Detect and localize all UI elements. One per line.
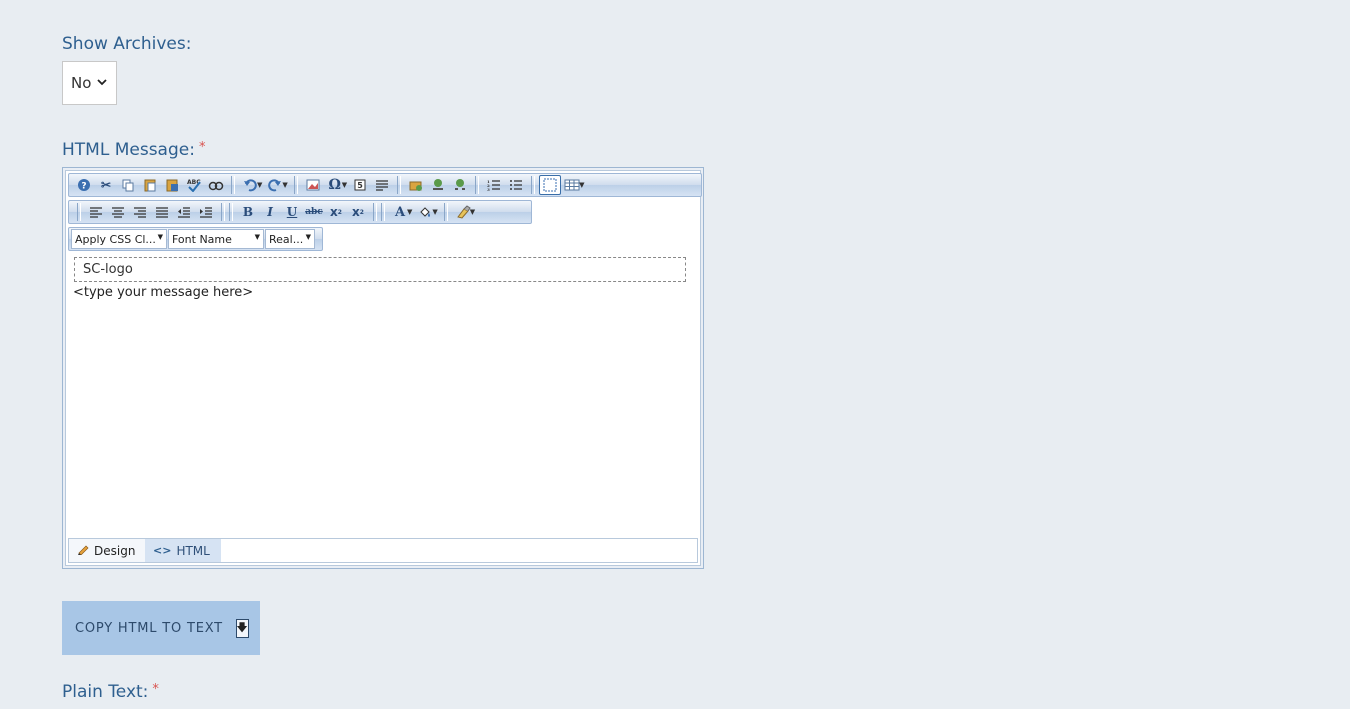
align-center-icon[interactable] (107, 202, 129, 222)
editor-mode-bar: Design <> HTML (68, 538, 698, 563)
subscript-icon[interactable]: x2 (325, 202, 347, 222)
link-manager-icon[interactable] (405, 175, 427, 195)
superscript-icon[interactable]: x2 (347, 202, 369, 222)
paste-icon[interactable] (139, 175, 161, 195)
required-marker: * (152, 682, 159, 697)
align-right-icon[interactable] (129, 202, 151, 222)
font-size-dropdown[interactable]: Real... ▼ (265, 229, 315, 249)
paragraph-icon[interactable] (371, 175, 393, 195)
help-icon[interactable]: ? (73, 175, 95, 195)
template-icon[interactable]: 5 (349, 175, 371, 195)
arrow-down-icon: 🡇 (235, 618, 249, 638)
chevron-down-icon (97, 78, 108, 89)
bold-icon[interactable]: B (237, 202, 259, 222)
bulleted-list-icon[interactable] (505, 175, 527, 195)
editor-toolbar-1: ? ✂ ABC ▼ ▼ Ω ▼ 5 123 ▼ (68, 173, 702, 197)
apply-css-class-dropdown[interactable]: Apply CSS Cl... ▼ (71, 229, 167, 249)
logo-image[interactable]: SC-logo (74, 257, 686, 282)
spellcheck-icon[interactable]: ABC (183, 175, 205, 195)
svg-text:?: ? (81, 182, 86, 192)
show-archives-value: No (71, 74, 92, 92)
cut-icon[interactable]: ✂ (95, 175, 117, 195)
code-icon: <> (153, 544, 172, 557)
strikethrough-icon[interactable]: abc (303, 202, 325, 222)
tab-html[interactable]: <> HTML (145, 539, 221, 562)
message-placeholder: <type your message here> (73, 285, 254, 300)
editor-toolbar-2: B I U abc x2 x2 A ▼ ▼ ▼ (68, 200, 532, 224)
toggle-borders-icon[interactable] (539, 175, 562, 195)
html-editor: ? ✂ ABC ▼ ▼ Ω ▼ 5 123 ▼ B I U abc x 2 x … (62, 167, 704, 569)
image-icon[interactable] (302, 175, 324, 195)
editor-content-area[interactable]: SC-logo <type your message here> (70, 255, 696, 535)
copy-icon[interactable] (117, 175, 139, 195)
outdent-icon[interactable] (173, 202, 195, 222)
indent-icon[interactable] (195, 202, 217, 222)
show-archives-select[interactable]: No (62, 61, 117, 105)
tab-design[interactable]: Design (69, 539, 145, 562)
html-message-label: HTML Message: * (62, 140, 206, 160)
editor-toolbar-3: Apply CSS Cl... ▼ Font Name ▼ Real... ▼ (68, 227, 323, 251)
copy-html-to-text-button[interactable]: COPY HTML TO TEXT 🡇 (62, 601, 260, 655)
broken-image-icon (77, 265, 81, 275)
show-archives-label: Show Archives: (62, 34, 192, 54)
hyperlink-icon[interactable] (427, 175, 449, 195)
pencil-icon (77, 543, 89, 558)
ordered-list-icon[interactable]: 123 (483, 175, 505, 195)
paste-word-icon[interactable] (161, 175, 183, 195)
unlink-icon[interactable] (449, 175, 471, 195)
underline-icon[interactable]: U (281, 202, 303, 222)
justify-icon[interactable] (151, 202, 173, 222)
align-left-icon[interactable] (85, 202, 107, 222)
find-replace-icon[interactable] (205, 175, 227, 195)
svg-text:3: 3 (487, 187, 490, 192)
plain-text-label: Plain Text: * (62, 682, 159, 702)
logo-alt-text: SC-logo (83, 262, 133, 277)
required-marker: * (198, 140, 206, 155)
svg-text:5: 5 (357, 181, 363, 190)
italic-icon[interactable]: I (259, 202, 281, 222)
font-name-dropdown[interactable]: Font Name ▼ (168, 229, 264, 249)
